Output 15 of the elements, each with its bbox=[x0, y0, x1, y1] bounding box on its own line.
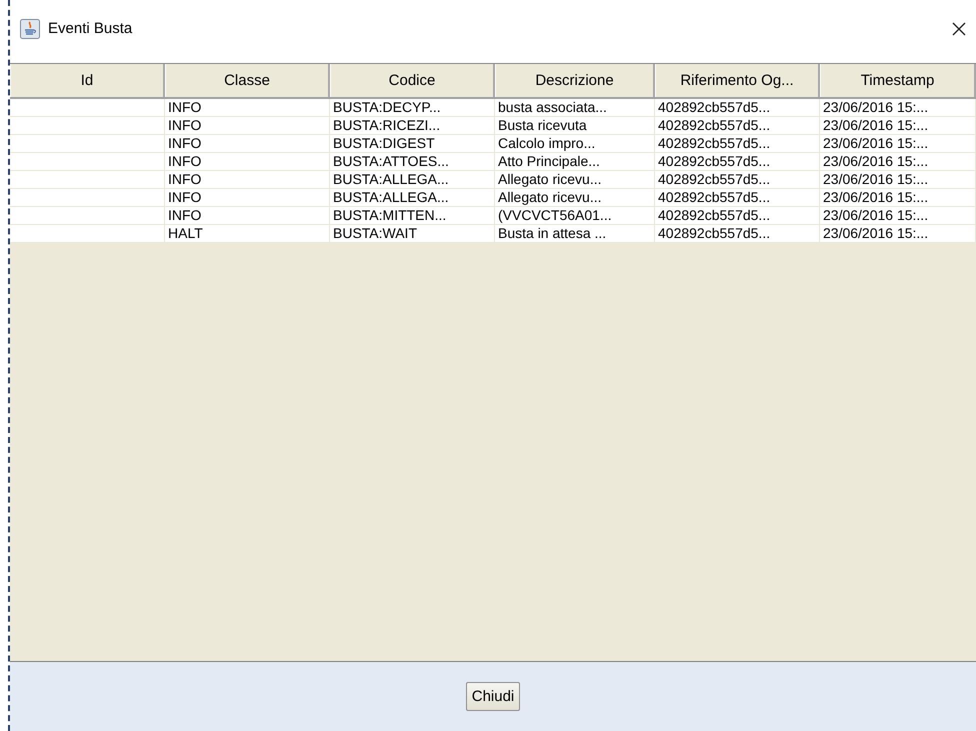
column-header[interactable]: Riferimento Og... bbox=[655, 64, 820, 97]
column-header[interactable]: Timestamp bbox=[820, 64, 976, 97]
table-cell: 23/06/2016 15:... bbox=[820, 225, 976, 243]
window-title: Eventi Busta bbox=[48, 20, 134, 37]
table-cell: HALT bbox=[165, 225, 330, 243]
column-header[interactable]: Codice bbox=[330, 64, 495, 97]
table-cell: 402892cb557d5... bbox=[655, 225, 820, 243]
column-header[interactable]: Id bbox=[10, 64, 165, 97]
column-header[interactable]: Classe bbox=[165, 64, 330, 97]
column-header[interactable]: Descrizione bbox=[495, 64, 655, 97]
close-icon[interactable] bbox=[952, 22, 966, 36]
table-cell: BUSTA:WAIT bbox=[330, 225, 495, 243]
coffee-cup-icon bbox=[20, 18, 40, 38]
close-button[interactable]: Chiudi bbox=[466, 682, 520, 711]
table-cell: Busta in attesa ... bbox=[495, 225, 655, 243]
